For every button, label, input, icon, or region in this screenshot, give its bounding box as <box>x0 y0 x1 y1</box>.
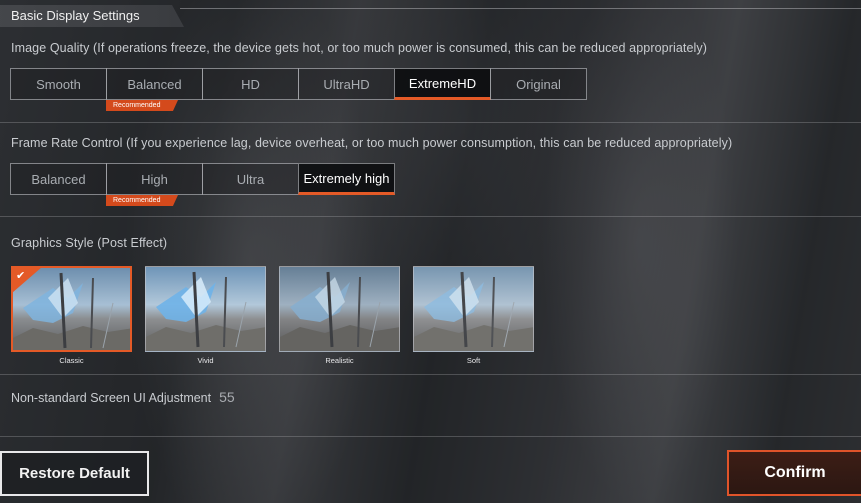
image-quality-option[interactable]: HD <box>202 68 299 100</box>
option-label: Original <box>516 76 561 92</box>
recommended-badge: Recommended <box>106 100 178 111</box>
option-label: Smooth <box>36 76 81 92</box>
restore-default-button[interactable]: Restore Default <box>0 451 149 496</box>
option-label: HD <box>241 76 260 92</box>
image-quality-option-selected[interactable]: ExtremeHD <box>394 68 491 100</box>
style-name: Classic <box>59 356 84 365</box>
frame-rate-option[interactable]: Balanced <box>10 163 107 195</box>
image-quality-option[interactable]: UltraHD <box>298 68 395 100</box>
divider <box>0 436 861 437</box>
section-title: Basic Display Settings <box>0 5 184 27</box>
image-quality-label: Image Quality (If operations freeze, the… <box>11 41 707 55</box>
option-label: Balanced <box>31 171 86 187</box>
divider <box>0 374 861 375</box>
recommended-badge: Recommended <box>106 195 178 206</box>
image-quality-option[interactable]: Balanced Recommended <box>106 68 203 111</box>
graphics-style-card-realistic[interactable]: Realistic <box>279 266 400 365</box>
graphics-style-card-soft[interactable]: Soft <box>413 266 534 365</box>
option-label: ExtremeHD <box>408 75 477 91</box>
image-quality-option[interactable]: Smooth <box>10 68 107 100</box>
section-title-underline <box>180 8 861 9</box>
option-label: Ultra <box>236 171 265 187</box>
frame-rate-option-selected[interactable]: Extremely high <box>298 163 395 195</box>
frame-rate-option[interactable]: High Recommended <box>106 163 203 206</box>
option-label: UltraHD <box>323 76 370 92</box>
thumbnail-scene <box>414 271 533 351</box>
thumbnail-scene <box>13 272 130 350</box>
option-label: High <box>141 171 168 187</box>
nonstandard-ui-adjustment[interactable]: Non-standard Screen UI Adjustment 55 <box>11 389 235 405</box>
style-name: Soft <box>466 356 481 365</box>
thumbnail-scene <box>280 271 399 351</box>
divider <box>0 122 861 123</box>
nonstandard-ui-label: Non-standard Screen UI Adjustment <box>11 391 212 405</box>
frame-rate-option[interactable]: Ultra <box>202 163 299 195</box>
graphics-style-card-classic[interactable]: ✔ Classic <box>11 266 132 365</box>
frame-rate-label: Frame Rate Control (If you experience la… <box>11 136 733 150</box>
option-label: Extremely high <box>303 170 390 186</box>
style-name: Vivid <box>197 356 214 365</box>
style-name: Realistic <box>325 356 354 365</box>
image-quality-selector: Smooth Balanced Recommended HD UltraHD Ex… <box>10 68 587 111</box>
image-quality-option[interactable]: Original <box>490 68 587 100</box>
style-thumbnail <box>279 266 400 352</box>
option-label: Balanced <box>127 76 182 92</box>
divider <box>0 216 861 217</box>
confirm-button[interactable]: Confirm <box>727 450 861 496</box>
thumbnail-scene <box>146 271 265 351</box>
checkmark-icon: ✔ <box>16 270 26 282</box>
graphics-style-label: Graphics Style (Post Effect) <box>11 236 168 250</box>
graphics-style-card-vivid[interactable]: Vivid <box>145 266 266 365</box>
nonstandard-ui-value: 55 <box>219 389 235 405</box>
style-thumbnail <box>413 266 534 352</box>
frame-rate-selector: Balanced High Recommended Ultra Extremely… <box>10 163 395 206</box>
style-thumbnail: ✔ <box>11 266 132 352</box>
style-thumbnail <box>145 266 266 352</box>
graphics-style-options: ✔ Classic Vivid Realistic Soft <box>11 266 534 365</box>
